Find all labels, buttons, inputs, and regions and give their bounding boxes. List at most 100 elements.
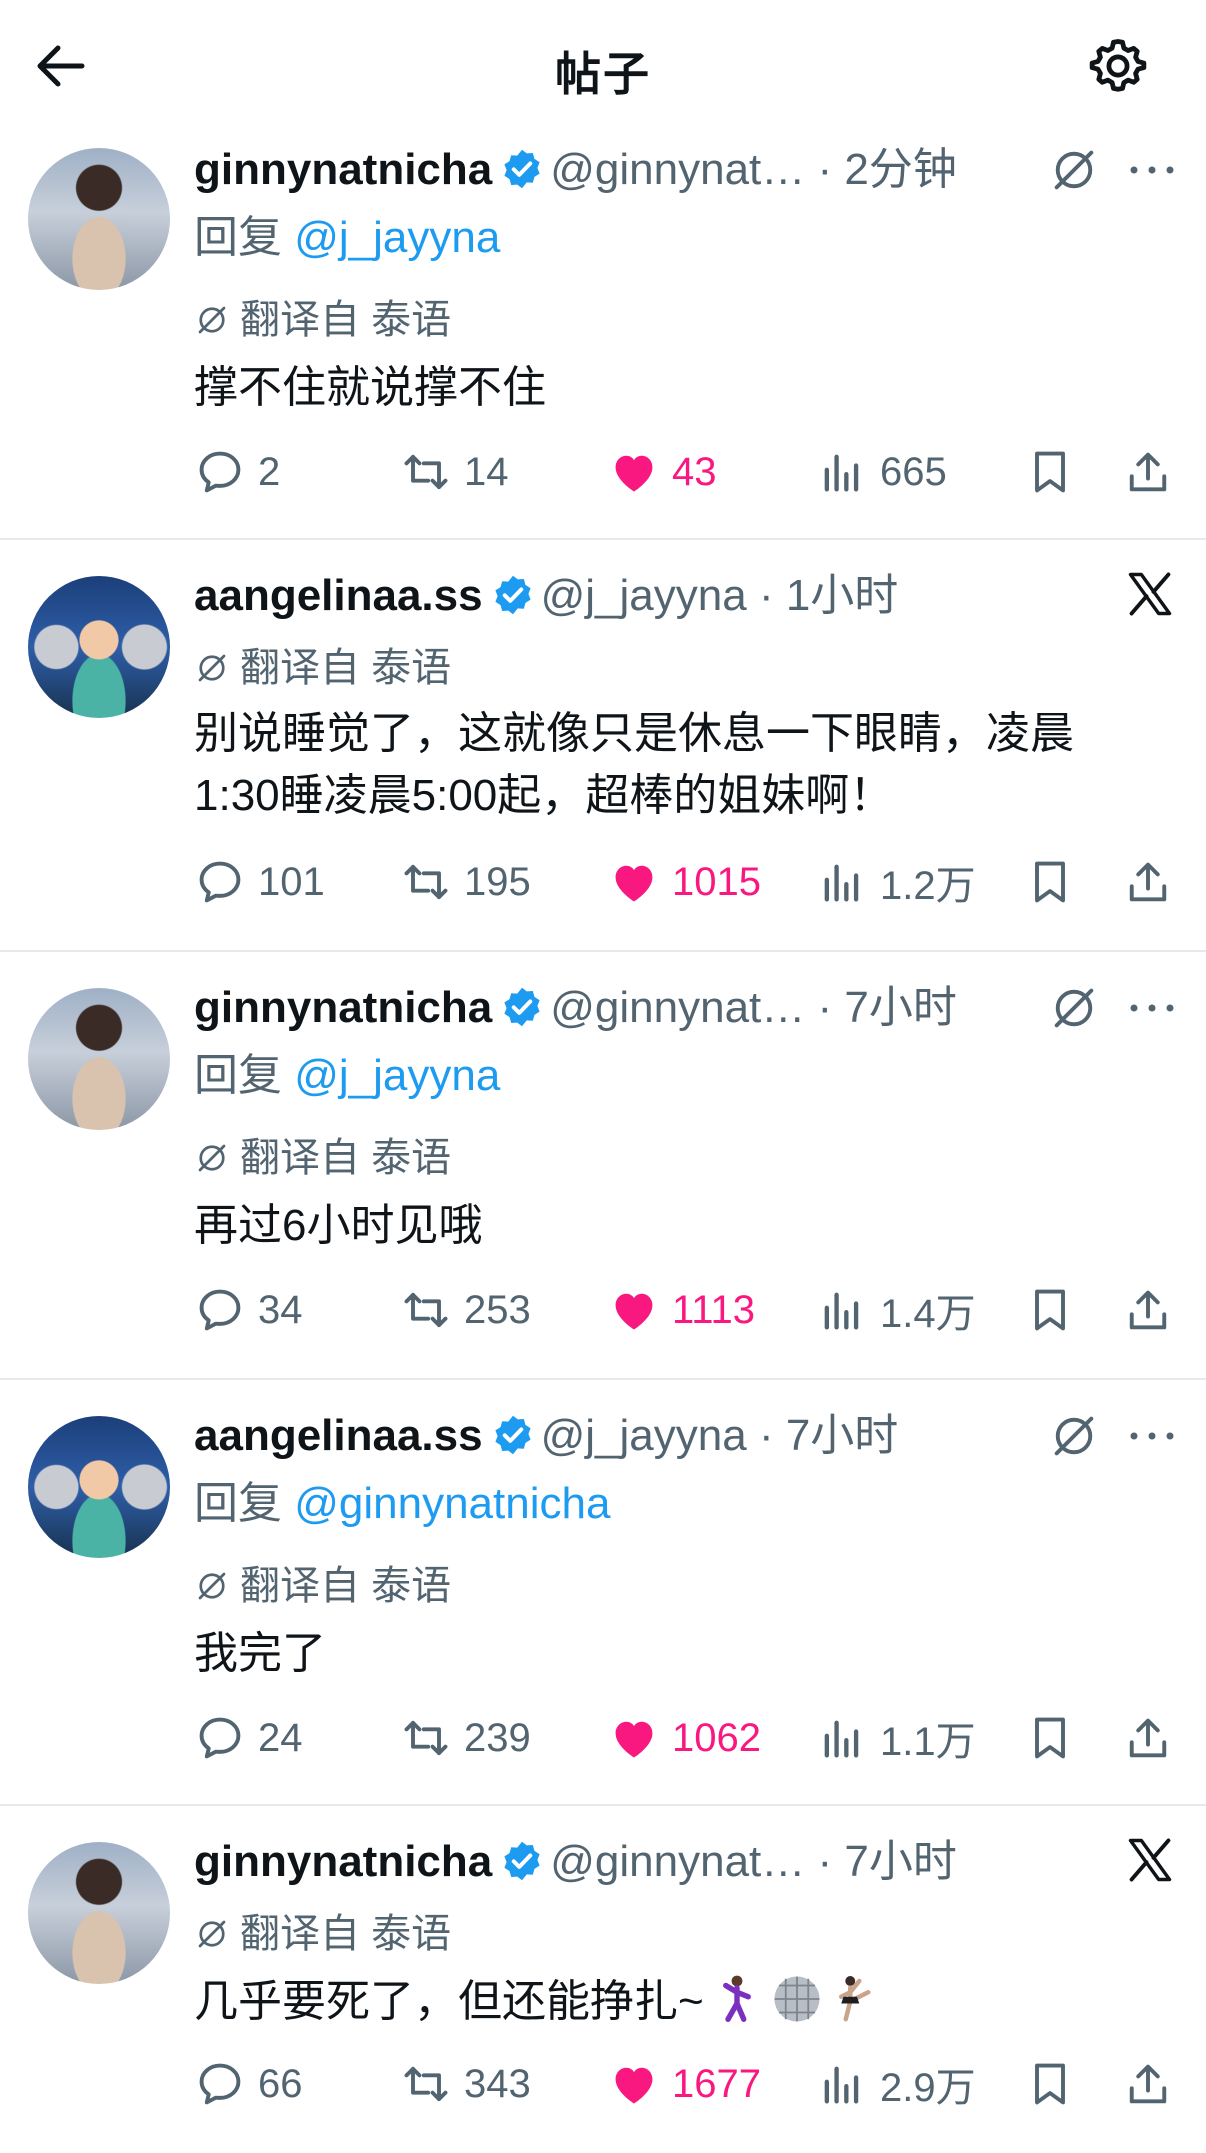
retweet-button[interactable]: 343 <box>400 2054 531 2114</box>
retweet-button[interactable]: 14 <box>400 442 509 502</box>
retweet-icon <box>400 856 452 908</box>
user-handle[interactable]: @ginnynat… <box>550 1837 805 1886</box>
verified-badge-icon <box>500 147 544 191</box>
action-bar: 66 343 1677 2.9万 <box>0 2054 1206 2114</box>
like-button[interactable]: 1113 <box>608 1280 755 1340</box>
user-handle[interactable]: @ginnynat… <box>550 983 805 1032</box>
translation-note[interactable]: 翻译自 泰语 <box>194 1558 451 1614</box>
user-name[interactable]: aangelinaa.ss <box>194 571 483 620</box>
translate-icon <box>194 302 230 338</box>
mention-link[interactable]: @j_jayyna <box>294 1051 500 1100</box>
share-icon[interactable] <box>1122 856 1174 908</box>
share-icon[interactable] <box>1122 446 1174 498</box>
x-logo-icon[interactable] <box>1124 568 1176 620</box>
share-icon[interactable] <box>1122 1712 1174 1764</box>
bookmark-icon[interactable] <box>1024 1284 1076 1336</box>
separator-dot: · <box>746 571 786 620</box>
reply-button[interactable]: 24 <box>194 1708 303 1768</box>
user-handle[interactable]: @j_jayyna <box>541 1411 747 1460</box>
bookmark-icon[interactable] <box>1024 446 1076 498</box>
views-icon <box>816 856 868 908</box>
tweet[interactable]: aangelinaa.ss @j_jayyna · 7小时 回复 @ginnyna… <box>0 1380 1206 1806</box>
views-button[interactable]: 1.2万 <box>816 852 976 912</box>
translate-icon <box>194 1916 230 1952</box>
tweet[interactable]: ginnynatnicha @ginnynat… · 7小时 翻译自 泰语 几乎要… <box>0 1806 1206 2153</box>
separator-dot: · <box>805 1837 845 1886</box>
like-button[interactable]: 43 <box>608 442 717 502</box>
views-button[interactable]: 2.9万 <box>816 2054 976 2114</box>
reply-context: 回复 @j_jayyna <box>194 213 501 262</box>
more-icon[interactable] <box>1128 1000 1176 1016</box>
user-handle[interactable]: @ginnynat… <box>550 145 805 194</box>
reply-icon <box>194 2058 246 2110</box>
views-button[interactable]: 1.1万 <box>816 1708 976 1768</box>
tweet[interactable]: aangelinaa.ss @j_jayyna · 1小时 翻译自 泰语 别说睡觉… <box>0 540 1206 952</box>
timestamp[interactable]: 2分钟 <box>844 145 956 194</box>
heart-icon <box>608 1284 660 1336</box>
retweet-button[interactable]: 239 <box>400 1708 531 1768</box>
action-bar: 24 239 1062 1.1万 <box>0 1708 1206 1768</box>
retweet-button[interactable]: 253 <box>400 1280 531 1340</box>
grok-icon[interactable] <box>1048 982 1100 1034</box>
views-button[interactable]: 665 <box>816 442 947 502</box>
retweet-button[interactable]: 195 <box>400 852 531 912</box>
reply-button[interactable]: 66 <box>194 2054 303 2114</box>
avatar[interactable] <box>28 148 170 290</box>
translation-note[interactable]: 翻译自 泰语 <box>194 640 451 696</box>
reply-icon <box>194 856 246 908</box>
timestamp[interactable]: 1小时 <box>786 571 898 620</box>
user-name[interactable]: ginnynatnicha <box>194 1837 492 1886</box>
share-icon[interactable] <box>1122 1284 1174 1336</box>
timestamp[interactable]: 7小时 <box>786 1411 898 1460</box>
reply-icon <box>194 1284 246 1336</box>
like-button[interactable]: 1015 <box>608 852 761 912</box>
gear-icon[interactable] <box>1086 34 1150 98</box>
views-button[interactable]: 1.4万 <box>816 1280 976 1340</box>
like-button[interactable]: 1062 <box>608 1708 761 1768</box>
top-bar: 帖子 <box>0 0 1206 130</box>
translation-note[interactable]: 翻译自 泰语 <box>194 1906 451 1962</box>
mention-link[interactable]: @j_jayyna <box>294 213 500 262</box>
action-bar: 34 253 1113 1.4万 <box>0 1280 1206 1340</box>
views-icon <box>816 1712 868 1764</box>
bookmark-icon[interactable] <box>1024 2058 1076 2110</box>
tweet-text: 1:30睡凌晨5:00起，超棒的姐妹啊！ <box>194 771 894 820</box>
reply-button[interactable]: 34 <box>194 1280 303 1340</box>
x-logo-icon[interactable] <box>1124 1834 1176 1886</box>
bookmark-icon[interactable] <box>1024 1712 1076 1764</box>
avatar[interactable] <box>28 576 170 718</box>
avatar[interactable] <box>28 1416 170 1558</box>
more-icon[interactable] <box>1128 162 1176 178</box>
share-icon[interactable] <box>1122 2058 1174 2110</box>
translate-icon <box>194 1568 230 1604</box>
views-icon <box>816 1284 868 1336</box>
user-handle[interactable]: @j_jayyna <box>541 571 747 620</box>
user-name[interactable]: aangelinaa.ss <box>194 1411 483 1460</box>
bookmark-icon[interactable] <box>1024 856 1076 908</box>
heart-icon <box>608 446 660 498</box>
avatar[interactable] <box>28 988 170 1130</box>
reply-button[interactable]: 101 <box>194 852 325 912</box>
grok-icon[interactable] <box>1048 144 1100 196</box>
heart-icon <box>608 856 660 908</box>
tweet[interactable]: ginnynatnicha @ginnynat… · 7小时 回复 @j_jayy… <box>0 952 1206 1380</box>
views-icon <box>816 446 868 498</box>
reply-context: 回复 @j_jayyna <box>194 1051 501 1100</box>
tweet[interactable]: ginnynatnicha @ginnynat… · 2分钟 回复 @j_jayy… <box>0 130 1206 540</box>
avatar[interactable] <box>28 1842 170 1984</box>
more-icon[interactable] <box>1128 1428 1176 1444</box>
separator-dot: · <box>805 145 845 194</box>
separator-dot: · <box>805 983 845 1032</box>
timestamp[interactable]: 7小时 <box>844 983 956 1032</box>
grok-icon[interactable] <box>1048 1410 1100 1462</box>
reply-button[interactable]: 2 <box>194 442 280 502</box>
user-name[interactable]: ginnynatnicha <box>194 145 492 194</box>
like-button[interactable]: 1677 <box>608 2054 761 2114</box>
translate-icon <box>194 650 230 686</box>
translation-note[interactable]: 翻译自 泰语 <box>194 292 451 348</box>
user-name[interactable]: ginnynatnicha <box>194 983 492 1032</box>
dancing-man-icon <box>722 1975 751 2022</box>
mention-link[interactable]: @ginnynatnicha <box>294 1479 610 1528</box>
translation-note[interactable]: 翻译自 泰语 <box>194 1130 451 1186</box>
timestamp[interactable]: 7小时 <box>844 1837 956 1886</box>
